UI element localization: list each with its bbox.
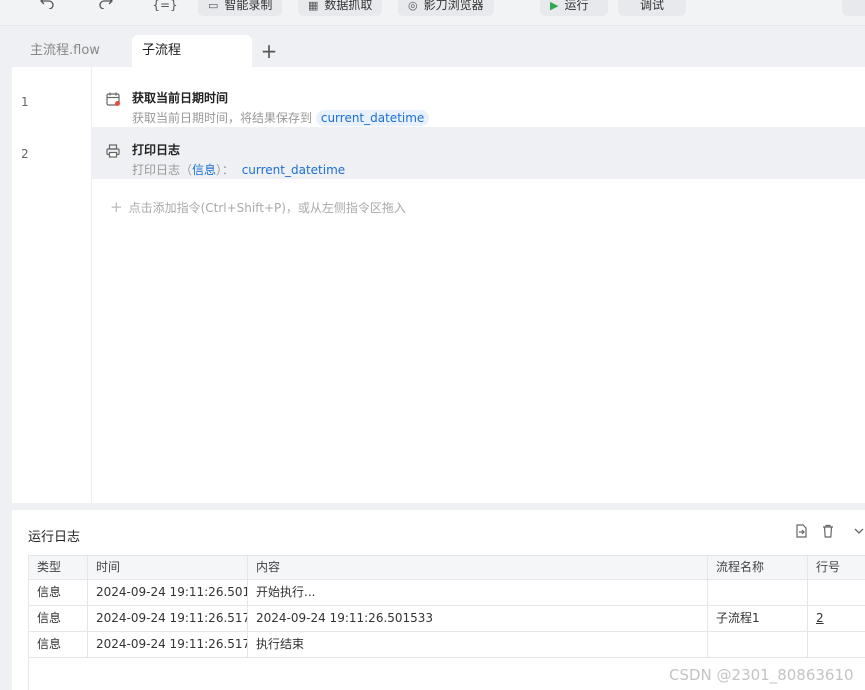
step-description: 获取当前日期时间，将结果保存到 current_datetime (132, 109, 430, 126)
log-type: 信息 (29, 580, 88, 605)
column-header-content[interactable]: 内容 (248, 556, 708, 579)
step-description: 打印日志（信息）： current_datetime (132, 161, 345, 178)
tab-subflow-1[interactable]: 子流程1.flow× (132, 35, 252, 91)
undo-icon[interactable] (34, 0, 60, 16)
smart-record-button[interactable]: ▭ 智能录制 (198, 0, 283, 16)
flow-editor: 1 2 获取当前日期时间 获取当前日期时间，将结果保存到 current_dat… (12, 67, 865, 503)
browser-label: 影刀浏览器 (423, 0, 484, 12)
add-command-hint-text: 点击添加指令(Ctrl+Shift+P)，或从左侧指令区拖入 (128, 201, 406, 215)
browser-button[interactable]: ◎ 影刀浏览器 (398, 0, 494, 16)
log-content: 2024-09-24 19:11:26.501533 (248, 606, 708, 631)
line-gutter: 1 2 (12, 67, 92, 503)
run-log-panel: 运行日志 类型 时间 内容 流程名称 行号 信息 2024-09-24 19:1… (12, 510, 865, 690)
column-header-type[interactable]: 类型 (29, 556, 88, 579)
tab-bar: 主流程.flow 子流程1.flow× + (0, 27, 865, 91)
step-description-text: ）： (216, 163, 235, 177)
column-header-time[interactable]: 时间 (88, 556, 248, 579)
log-flow (708, 632, 808, 657)
debug-button[interactable]: 调试 (618, 0, 686, 16)
variable-value[interactable]: current_datetime (242, 163, 345, 177)
printer-icon (106, 144, 120, 158)
table-row[interactable]: 信息 2024-09-24 19:11:26.501 开始执行... (29, 580, 865, 606)
add-tab-button[interactable]: + (258, 35, 280, 67)
log-time: 2024-09-24 19:11:26.517 (88, 632, 248, 657)
log-content: 执行结束 (248, 632, 708, 657)
table-row[interactable]: 信息 2024-09-24 19:11:26.517 执行结束 (29, 632, 865, 658)
run-log-title: 运行日志 (28, 530, 81, 545)
export-icon[interactable] (792, 524, 810, 542)
log-type: 信息 (29, 606, 88, 631)
line-number: 1 (21, 95, 29, 109)
tab-main-flow[interactable]: 主流程.flow (20, 35, 110, 67)
variable-chip[interactable]: current_datetime (315, 110, 430, 126)
tab-label: 主流程.flow (30, 43, 100, 58)
watermark: CSDN @2301_80863610 (669, 666, 854, 684)
toolbar: {=} ▭ 智能录制 ▦ 数据抓取 ◎ 影刀浏览器 ▶ 运行 调试 (0, 0, 865, 26)
log-content: 开始执行... (248, 580, 708, 605)
chevron-down-icon[interactable] (850, 524, 865, 542)
trash-icon[interactable] (819, 524, 837, 542)
column-header-flow[interactable]: 流程名称 (708, 556, 808, 579)
step-description-text: 打印日志（ (132, 163, 193, 177)
run-label: 运行 (564, 0, 589, 12)
log-type: 信息 (29, 632, 88, 657)
table-row[interactable]: 信息 2024-09-24 19:11:26.517 2024-09-24 19… (29, 606, 865, 632)
log-flow (708, 580, 808, 605)
log-flow: 子流程1 (708, 606, 808, 631)
table-icon: ▦ (308, 0, 319, 12)
step-title: 打印日志 (132, 143, 181, 157)
line-link[interactable]: 2 (816, 611, 824, 625)
play-icon: ▶ (550, 0, 559, 12)
step-title: 获取当前日期时间 (132, 91, 229, 105)
variables-icon[interactable]: {=} (152, 0, 178, 16)
calendar-icon (106, 92, 120, 106)
record-icon: ▭ (208, 0, 219, 12)
add-command-hint[interactable]: + 点击添加指令(Ctrl+Shift+P)，或从左侧指令区拖入 (110, 198, 406, 216)
data-scrape-button[interactable]: ▦ 数据抓取 (298, 0, 383, 16)
log-line-link[interactable]: 2 (808, 606, 865, 631)
table-header: 类型 时间 内容 流程名称 行号 (29, 556, 865, 580)
line-number: 2 (21, 147, 29, 161)
redo-icon[interactable] (93, 0, 119, 16)
step-print-log[interactable]: 打印日志 打印日志（信息）： current_datetime (92, 127, 865, 179)
run-log-table: 类型 时间 内容 流程名称 行号 信息 2024-09-24 19:11:26.… (28, 555, 865, 658)
browser-icon: ◎ (408, 0, 418, 12)
log-time: 2024-09-24 19:11:26.517 (88, 606, 248, 631)
debug-label: 调试 (640, 0, 665, 12)
column-header-line[interactable]: 行号 (808, 556, 865, 579)
log-time: 2024-09-24 19:11:26.501 (88, 580, 248, 605)
more-button[interactable] (842, 0, 865, 16)
smart-record-label: 智能录制 (224, 0, 273, 12)
step-description-text: 获取当前日期时间，将结果保存到 (132, 111, 313, 125)
data-scrape-label: 数据抓取 (324, 0, 373, 12)
step-get-datetime[interactable]: 获取当前日期时间 获取当前日期时间，将结果保存到 current_datetim… (92, 75, 865, 127)
run-button[interactable]: ▶ 运行 (540, 0, 608, 16)
plus-icon: + (110, 198, 123, 216)
log-level-value[interactable]: 信息 (192, 163, 216, 177)
